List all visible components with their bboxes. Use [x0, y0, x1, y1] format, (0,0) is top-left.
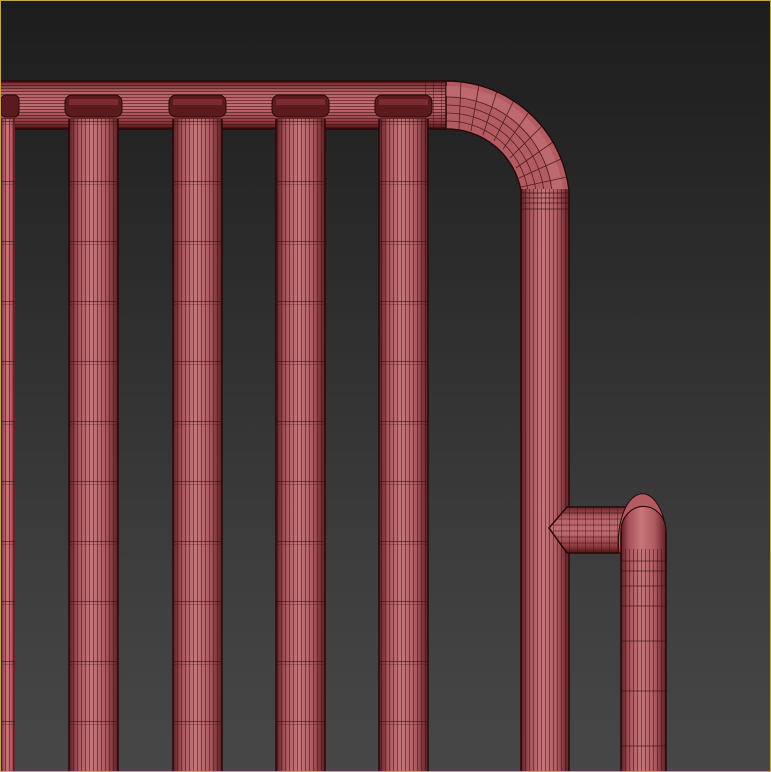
- corner-bend: [445, 80, 570, 192]
- baluster-3: [271, 94, 330, 771]
- vertical-post: [520, 189, 570, 771]
- balusters: [1, 94, 433, 771]
- baluster-partial: [1, 94, 20, 771]
- side-leg: [617, 493, 667, 771]
- baluster-2: [168, 94, 227, 771]
- railing-model: [1, 80, 667, 771]
- baluster-4: [374, 94, 433, 771]
- baluster-1: [64, 94, 123, 771]
- viewport-3d[interactable]: [0, 0, 771, 772]
